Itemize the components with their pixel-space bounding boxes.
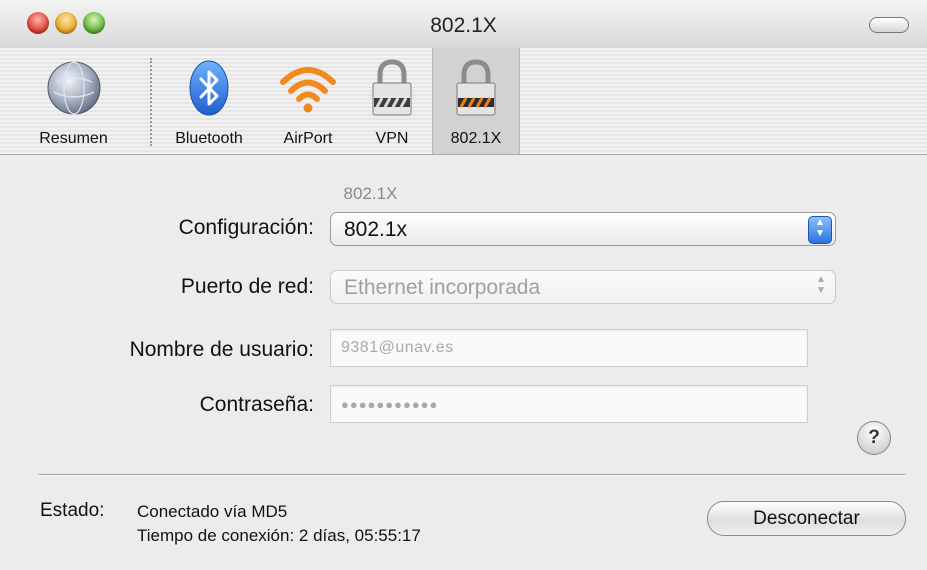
disconnect-button[interactable]: Desconectar [707, 501, 906, 536]
puerto-value: Ethernet incorporada [344, 276, 541, 299]
estado-value: Conectado vía MD5 [137, 502, 288, 521]
toolbar-toggle-button[interactable] [869, 17, 909, 33]
section-title: 802.1X [343, 184, 398, 203]
estado-label: Estado: [40, 500, 105, 521]
configuracion-value: 802.1x [344, 218, 408, 241]
airport-wifi-icon [280, 67, 336, 113]
contrasena-value: ●●●●●●●●●●● [341, 397, 439, 412]
toolbar-item-label: 802.1X [450, 130, 502, 147]
popup-arrows-icon: ▲ ▼ [808, 216, 832, 244]
usuario-label: Nombre de usuario: [129, 338, 314, 361]
window-title: 802.1X [430, 14, 497, 37]
popup-arrows-icon: ▲ ▼ [816, 274, 826, 296]
puerto-popup: Ethernet incorporada ▲ ▼ [330, 270, 836, 304]
title-bar: 802.1X [0, 0, 927, 49]
toolbar-item-8021x[interactable]: 802.1X [432, 48, 520, 154]
toolbar-item-vpn[interactable]: VPN [354, 48, 430, 154]
toolbar-item-label: Resumen [39, 130, 108, 147]
usuario-field: 9381@unav.es [330, 329, 808, 367]
help-button[interactable]: ? [857, 421, 891, 455]
bluetooth-icon [189, 60, 229, 116]
padlock-8021x-icon [456, 59, 496, 116]
connection-time: Tiempo de conexión: 2 días, 05:55:17 [137, 526, 421, 545]
toolbar-item-bluetooth[interactable]: Bluetooth [157, 48, 261, 154]
divider [39, 474, 905, 476]
toolbar-item-airport[interactable]: AirPort [263, 48, 353, 154]
contrasena-field: ●●●●●●●●●●● [330, 385, 808, 423]
toolbar-item-label: Bluetooth [175, 130, 243, 147]
usuario-value: 9381@unav.es [341, 339, 454, 356]
preferences-window: 802.1X Resumen Bluetooth AirPort VPN 802… [0, 0, 927, 570]
toolbar-item-label: AirPort [283, 130, 333, 147]
toolbar: Resumen Bluetooth AirPort VPN 802.1X [0, 48, 927, 155]
padlock-icon [372, 59, 412, 116]
toolbar-separator [150, 58, 152, 146]
toolbar-item-resumen[interactable]: Resumen [0, 48, 147, 154]
configuracion-label: Configuración: [178, 216, 314, 239]
globe-icon [47, 61, 100, 115]
configuracion-popup[interactable]: 802.1x ▲ ▼ [330, 212, 836, 246]
toolbar-item-label: VPN [375, 130, 409, 147]
contrasena-label: Contraseña: [199, 393, 314, 416]
puerto-label: Puerto de red: [180, 275, 314, 298]
